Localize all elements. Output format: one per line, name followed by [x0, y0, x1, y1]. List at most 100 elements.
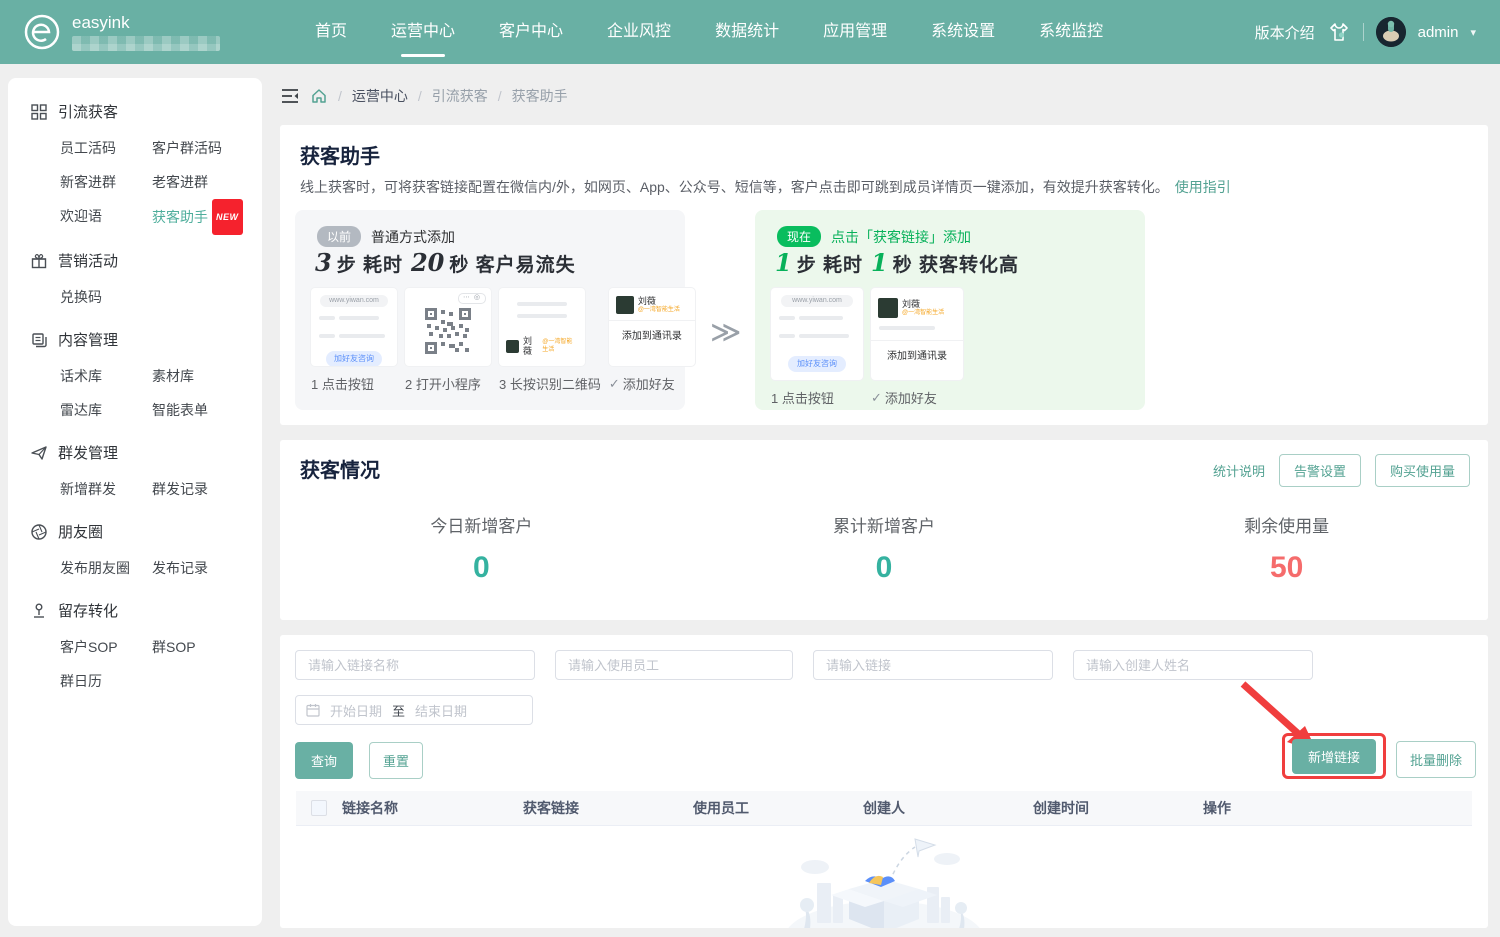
chevron-down-icon[interactable]: ▾ — [1470, 26, 1476, 39]
nav-item-risk-control[interactable]: 企业风控 — [607, 0, 671, 64]
divider — [1363, 23, 1364, 41]
sidebar-group-content[interactable]: 内容管理 — [8, 320, 262, 359]
version-intro-link[interactable]: 版本介绍 — [1255, 22, 1315, 43]
sidebar-group-lead-acquisition[interactable]: 引流获客 — [8, 92, 262, 131]
start-date-placeholder[interactable]: 开始日期 — [330, 701, 382, 720]
library-icon — [30, 331, 48, 349]
sidebar-item-new-mass-send[interactable]: 新增群发 — [60, 472, 152, 506]
brand-logo[interactable]: easyink — [22, 12, 220, 52]
acquisition-assistant-panel: 获客助手 线上获客时，可将获客链接配置在微信内/外，如网页、App、公众号、短信… — [280, 125, 1488, 425]
demo-longpress-card: 刘薇 @一湾智能生活 — [499, 288, 585, 366]
nav-item-system-monitor[interactable]: 系统监控 — [1039, 0, 1103, 64]
page-title: 获客助手 — [300, 140, 380, 169]
collapse-menu-icon[interactable] — [280, 87, 300, 105]
nav-item-operations[interactable]: 运营中心 — [391, 0, 455, 64]
link-list-panel: 开始日期 至 结束日期 查询 重置 新增链接 批量删除 链接名称 获客链接 使用… — [280, 635, 1488, 928]
batch-delete-button[interactable]: 批量删除 — [1396, 741, 1476, 778]
search-button[interactable]: 查询 — [295, 742, 353, 779]
nav-item-system-settings[interactable]: 系统设置 — [931, 0, 995, 64]
sidebar-item-customer-sop[interactable]: 客户SOP — [60, 630, 152, 664]
sidebar-item-group-calendar[interactable]: 群日历 — [60, 664, 152, 698]
add-to-contacts-button: 添加到通讯录 — [609, 327, 695, 342]
stat-value: 0 — [280, 551, 683, 585]
col-create-time: 创建时间 — [1033, 798, 1203, 818]
sidebar-item-radar-library[interactable]: 雷达库 — [60, 393, 152, 427]
username-label[interactable]: admin — [1418, 24, 1459, 41]
sidebar-item-smart-form[interactable]: 智能表单 — [152, 393, 208, 427]
col-actions: 操作 — [1203, 798, 1231, 818]
sidebar-group-retention[interactable]: 留存转化 — [8, 591, 262, 630]
sidebar-item-welcome-message[interactable]: 欢迎语 — [60, 199, 152, 235]
miniprogram-controls-icon: ⋯ ◎ — [458, 293, 486, 304]
home-icon[interactable] — [310, 87, 328, 105]
nav-item-customer-center[interactable]: 客户中心 — [499, 0, 563, 64]
check-icon: ✓ — [871, 390, 882, 406]
sidebar-item-publish-records[interactable]: 发布记录 — [152, 551, 208, 585]
col-staff: 使用员工 — [693, 798, 863, 818]
tshirt-icon[interactable] — [1327, 20, 1351, 44]
usage-guide-link[interactable]: 使用指引 — [1175, 179, 1231, 195]
calendar-icon — [306, 703, 320, 717]
red-highlight-box: 新增链接 — [1282, 733, 1386, 779]
link-name-input[interactable] — [295, 650, 535, 680]
sidebar-item-acquisition-assistant[interactable]: 获客助手 NEW — [152, 199, 243, 235]
grid-icon — [30, 103, 48, 121]
creator-name-input[interactable] — [1073, 650, 1313, 680]
empty-state-illustration — [769, 831, 999, 928]
sidebar-group-label: 留存转化 — [58, 600, 118, 621]
add-link-button[interactable]: 新增链接 — [1292, 739, 1376, 774]
nav-item-home[interactable]: 首页 — [315, 0, 347, 64]
easyink-logo-icon — [22, 12, 62, 52]
link-input[interactable] — [813, 650, 1053, 680]
breadcrumb: / 运营中心 / 引流获客 / 获客助手 — [280, 86, 568, 106]
sidebar-item-old-join-group[interactable]: 老客进群 — [152, 165, 208, 199]
add-friend-consult-button: 加好友咨询 — [788, 356, 847, 372]
stats-explain-link[interactable]: 统计说明 — [1213, 461, 1265, 480]
sidebar-item-staff-qr[interactable]: 员工活码 — [60, 131, 152, 165]
qr-code — [425, 308, 471, 354]
nav-item-app-management[interactable]: 应用管理 — [823, 0, 887, 64]
sidebar-item-material-library[interactable]: 素材库 — [152, 359, 194, 393]
sidebar-group-mass-send[interactable]: 群发管理 — [8, 433, 262, 472]
demo-miniprogram-card: ⋯ ◎ — [405, 288, 491, 366]
sidebar-item-group-sop[interactable]: 群SOP — [152, 630, 196, 664]
buy-usage-button[interactable]: 购买使用量 — [1375, 454, 1470, 487]
sidebar-item-mass-send-records[interactable]: 群发记录 — [152, 472, 208, 506]
section-title: 获客情况 — [300, 454, 380, 483]
double-chevron-right-icon: ≫ — [710, 315, 741, 350]
stat-value: 50 — [1085, 551, 1488, 585]
send-icon — [30, 444, 48, 462]
check-icon: ✓ — [609, 376, 620, 392]
sidebar-item-group-qr[interactable]: 客户群活码 — [152, 131, 222, 165]
demo-webpage-card: www.yiwan.com 加好友咨询 — [311, 288, 397, 366]
breadcrumb-operations[interactable]: 运营中心 — [352, 86, 408, 106]
sidebar-item-publish-moments[interactable]: 发布朋友圈 — [60, 551, 152, 585]
add-friend-consult-button: 加好友咨询 — [326, 351, 381, 366]
table-header: 链接名称 获客链接 使用员工 创建人 创建时间 操作 — [296, 791, 1472, 826]
after-badge: 现在 — [777, 226, 821, 247]
demo-contact-card: 刘薇 @一湾智能生活 添加到通讯录 — [609, 288, 695, 366]
user-avatar[interactable] — [1376, 17, 1406, 47]
nav-item-statistics[interactable]: 数据统计 — [715, 0, 779, 64]
sidebar-group-label: 朋友圈 — [58, 521, 103, 542]
breadcrumb-lead-acquisition[interactable]: 引流获客 — [432, 86, 488, 106]
col-link-name: 链接名称 — [342, 798, 523, 818]
stat-total-new-customers: 累计新增客户 0 — [683, 512, 1086, 585]
sidebar-item-script-library[interactable]: 话术库 — [60, 359, 152, 393]
sidebar-item-redeem-code[interactable]: 兑换码 — [60, 280, 152, 314]
sidebar-item-new-join-group[interactable]: 新客进群 — [60, 165, 152, 199]
end-date-placeholder[interactable]: 结束日期 — [415, 701, 467, 720]
col-creator: 创建人 — [863, 798, 1033, 818]
sidebar-group-marketing[interactable]: 营销活动 — [8, 241, 262, 280]
stat-value: 0 — [683, 551, 1086, 585]
alert-settings-button[interactable]: 告警设置 — [1279, 454, 1361, 487]
after-headline: 1步 耗时 1秒 获客转化高 — [773, 248, 1025, 277]
date-range-picker[interactable]: 开始日期 至 结束日期 — [295, 695, 533, 725]
select-all-checkbox[interactable] — [311, 800, 327, 816]
reset-button[interactable]: 重置 — [369, 742, 423, 779]
staff-input[interactable] — [555, 650, 793, 680]
moments-icon — [30, 523, 48, 541]
sidebar-group-moments[interactable]: 朋友圈 — [8, 512, 262, 551]
sidebar: 引流获客 员工活码 客户群活码 新客进群 老客进群 欢迎语 获客助手 NEW — [8, 78, 262, 926]
sidebar-group-label: 营销活动 — [58, 250, 118, 271]
